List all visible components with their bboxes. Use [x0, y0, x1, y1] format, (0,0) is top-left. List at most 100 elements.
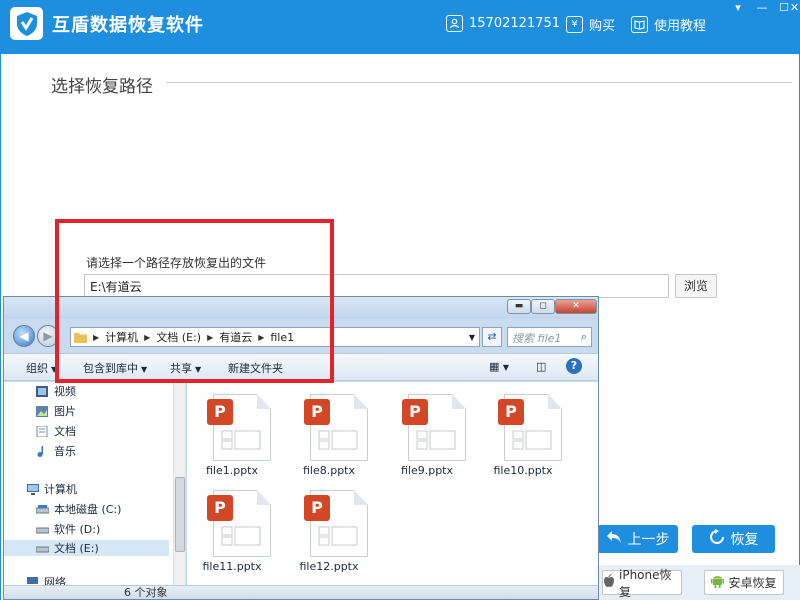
user-icon — [446, 15, 463, 32]
drive-icon — [35, 543, 50, 554]
buy-button[interactable]: ¥ 购买 — [566, 15, 615, 34]
tree-item-drive-d[interactable]: 软件 (D:) — [35, 521, 101, 537]
file-item[interactable]: Pfile9.pptx — [382, 387, 472, 477]
tutorial-label: 使用教程 — [654, 19, 707, 34]
file-item[interactable]: Pfile8.pptx — [284, 387, 374, 477]
prev-step-button[interactable]: 上一步 — [597, 525, 678, 553]
tree-label: 软件 (D:) — [54, 523, 101, 536]
preview-pane-icon[interactable]: ◫ — [536, 360, 546, 373]
search-placeholder: 搜索 file1 — [512, 332, 562, 345]
powerpoint-badge-icon: P — [304, 495, 330, 521]
file-list: Pfile1.pptx Pfile8.pptx Pfile9.pptx Pfile10… — [187, 382, 598, 585]
explorer-nav-bar: ◀ ▶ ▶ 计算机 ▶ 文档 (E:) ▶ 有道云 ▶ file1 ▼ ⇄ 搜索… — [4, 321, 598, 349]
file-name: file12.pptx — [299, 560, 359, 573]
new-folder-button[interactable]: 新建文件夹 — [228, 360, 283, 376]
tree-label: 文档 (E:) — [54, 542, 99, 555]
slides-preview-icon — [416, 430, 456, 450]
app-minimize-button[interactable]: — — [751, 0, 773, 15]
search-icon: ⌕ — [580, 330, 587, 343]
tree-label: 音乐 — [54, 445, 76, 458]
navigation-pane: 视频 图片 文档 音乐 计算机 本地磁盘 (C:) 软件 (D:) 文档 (E:… — [4, 382, 186, 585]
breadcrumb-youdao[interactable]: 有道云 — [216, 329, 255, 345]
save-path-input[interactable]: E:\有道云 — [84, 274, 669, 298]
file-item[interactable]: Pfile1.pptx — [187, 387, 277, 477]
explorer-toolbar: 组织 ▼ 包含到库中 ▼ 共享 ▼ 新建文件夹 ▦ ▼ ◫ ? — [4, 353, 598, 381]
recover-button[interactable]: 恢复 — [692, 525, 775, 553]
tree-item-music[interactable]: 音乐 — [36, 443, 76, 459]
android-recover-label: 安卓恢复 — [728, 576, 777, 590]
user-account[interactable]: 15702121751 — [446, 15, 560, 32]
apple-icon — [603, 574, 615, 591]
prev-step-label: 上一步 — [627, 532, 670, 548]
drive-icon — [35, 524, 50, 535]
tree-item-videos[interactable]: 视频 — [36, 383, 76, 399]
app-close-button[interactable]: ✕ — [789, 0, 800, 15]
file-item[interactable]: Pfile11.pptx — [187, 483, 277, 573]
yen-icon: ¥ — [566, 16, 583, 33]
share-menu[interactable]: 共享 ▼ — [170, 360, 201, 376]
forward-button[interactable]: ▶ — [37, 325, 59, 347]
include-library-menu[interactable]: 包含到库中 ▼ — [83, 360, 147, 376]
refresh-button[interactable]: ⇄ — [482, 327, 502, 347]
breadcrumb-separator-icon: ▶ — [258, 332, 265, 342]
nav-scrollbar-thumb[interactable] — [175, 477, 185, 552]
breadcrumb-file1[interactable]: file1 — [267, 331, 297, 344]
tree-item-computer[interactable]: 计算机 — [26, 481, 77, 497]
dropdown-caret-icon: ▼ — [51, 365, 58, 374]
browse-button[interactable]: 浏览 — [675, 274, 717, 298]
breadcrumb-separator-icon: ▶ — [144, 332, 151, 342]
android-recover-button[interactable]: 安卓恢复 — [704, 570, 784, 595]
explorer-minimize-button[interactable]: ▬ — [507, 299, 531, 314]
app-menu-button[interactable]: ▾ — [727, 0, 749, 15]
powerpoint-badge-icon: P — [207, 495, 233, 521]
powerpoint-badge-icon: P — [207, 399, 233, 425]
organize-label: 组织 — [26, 362, 48, 375]
address-dropdown-icon[interactable]: ▼ — [469, 333, 479, 342]
nav-scrollbar[interactable] — [173, 382, 185, 585]
phone-number: 15702121751 — [469, 16, 560, 31]
book-icon — [631, 16, 648, 33]
file-name: file11.pptx — [202, 560, 262, 573]
video-icon — [36, 385, 48, 397]
breadcrumb-drive-e[interactable]: 文档 (E:) — [153, 329, 204, 345]
file-item[interactable]: Pfile10.pptx — [478, 387, 568, 477]
back-button[interactable]: ◀ — [13, 325, 35, 347]
slides-preview-icon — [221, 430, 261, 450]
dropdown-caret-icon: ▼ — [195, 365, 202, 374]
tree-item-drive-e[interactable]: 文档 (E:) — [4, 540, 169, 556]
dropdown-caret-icon: ▼ — [141, 365, 148, 374]
file-name: file9.pptx — [400, 464, 454, 477]
tree-item-documents[interactable]: 文档 — [36, 423, 76, 439]
breadcrumb-separator-icon: ▶ — [207, 332, 214, 342]
explorer-maximize-button[interactable]: ◻ — [531, 299, 555, 314]
recover-label: 恢复 — [730, 532, 759, 548]
tree-item-pictures[interactable]: 图片 — [36, 403, 76, 419]
include-library-label: 包含到库中 — [83, 362, 138, 375]
address-bar[interactable]: ▶ 计算机 ▶ 文档 (E:) ▶ 有道云 ▶ file1 ▼ — [70, 327, 480, 347]
network-icon — [26, 576, 38, 586]
explorer-close-button[interactable]: ✕ — [555, 299, 597, 314]
file-name: file1.pptx — [205, 464, 259, 477]
folder-icon — [71, 332, 90, 343]
back-arrow-icon — [606, 530, 622, 548]
tutorial-button[interactable]: 使用教程 — [631, 15, 706, 34]
picture-icon — [36, 405, 48, 417]
tree-label: 网络 — [44, 576, 66, 585]
buy-label: 购买 — [589, 19, 616, 34]
refresh-icon — [709, 529, 725, 549]
help-icon[interactable]: ? — [566, 358, 582, 374]
app-title: 互盾数据恢复软件 — [52, 15, 204, 36]
view-options-icon[interactable]: ▦ ▼ — [489, 360, 509, 373]
file-name: file10.pptx — [493, 464, 553, 477]
breadcrumb-computer[interactable]: 计算机 — [102, 329, 141, 345]
app-titlebar: 互盾数据恢复软件 15702121751 ¥ 购买 使用教程 ▾ — ☐ ✕ — [0, 0, 800, 54]
tree-item-network[interactable]: 网络 — [26, 574, 66, 585]
tree-label: 文档 — [54, 425, 76, 438]
slides-preview-icon — [221, 526, 261, 546]
document-icon — [36, 425, 48, 437]
search-input[interactable]: 搜索 file1 ⌕ — [507, 327, 592, 347]
organize-menu[interactable]: 组织 ▼ — [26, 360, 57, 376]
file-item[interactable]: Pfile12.pptx — [284, 483, 374, 573]
iphone-recover-button[interactable]: iPhone恢复 — [602, 568, 682, 599]
tree-item-drive-c[interactable]: 本地磁盘 (C:) — [35, 501, 121, 517]
